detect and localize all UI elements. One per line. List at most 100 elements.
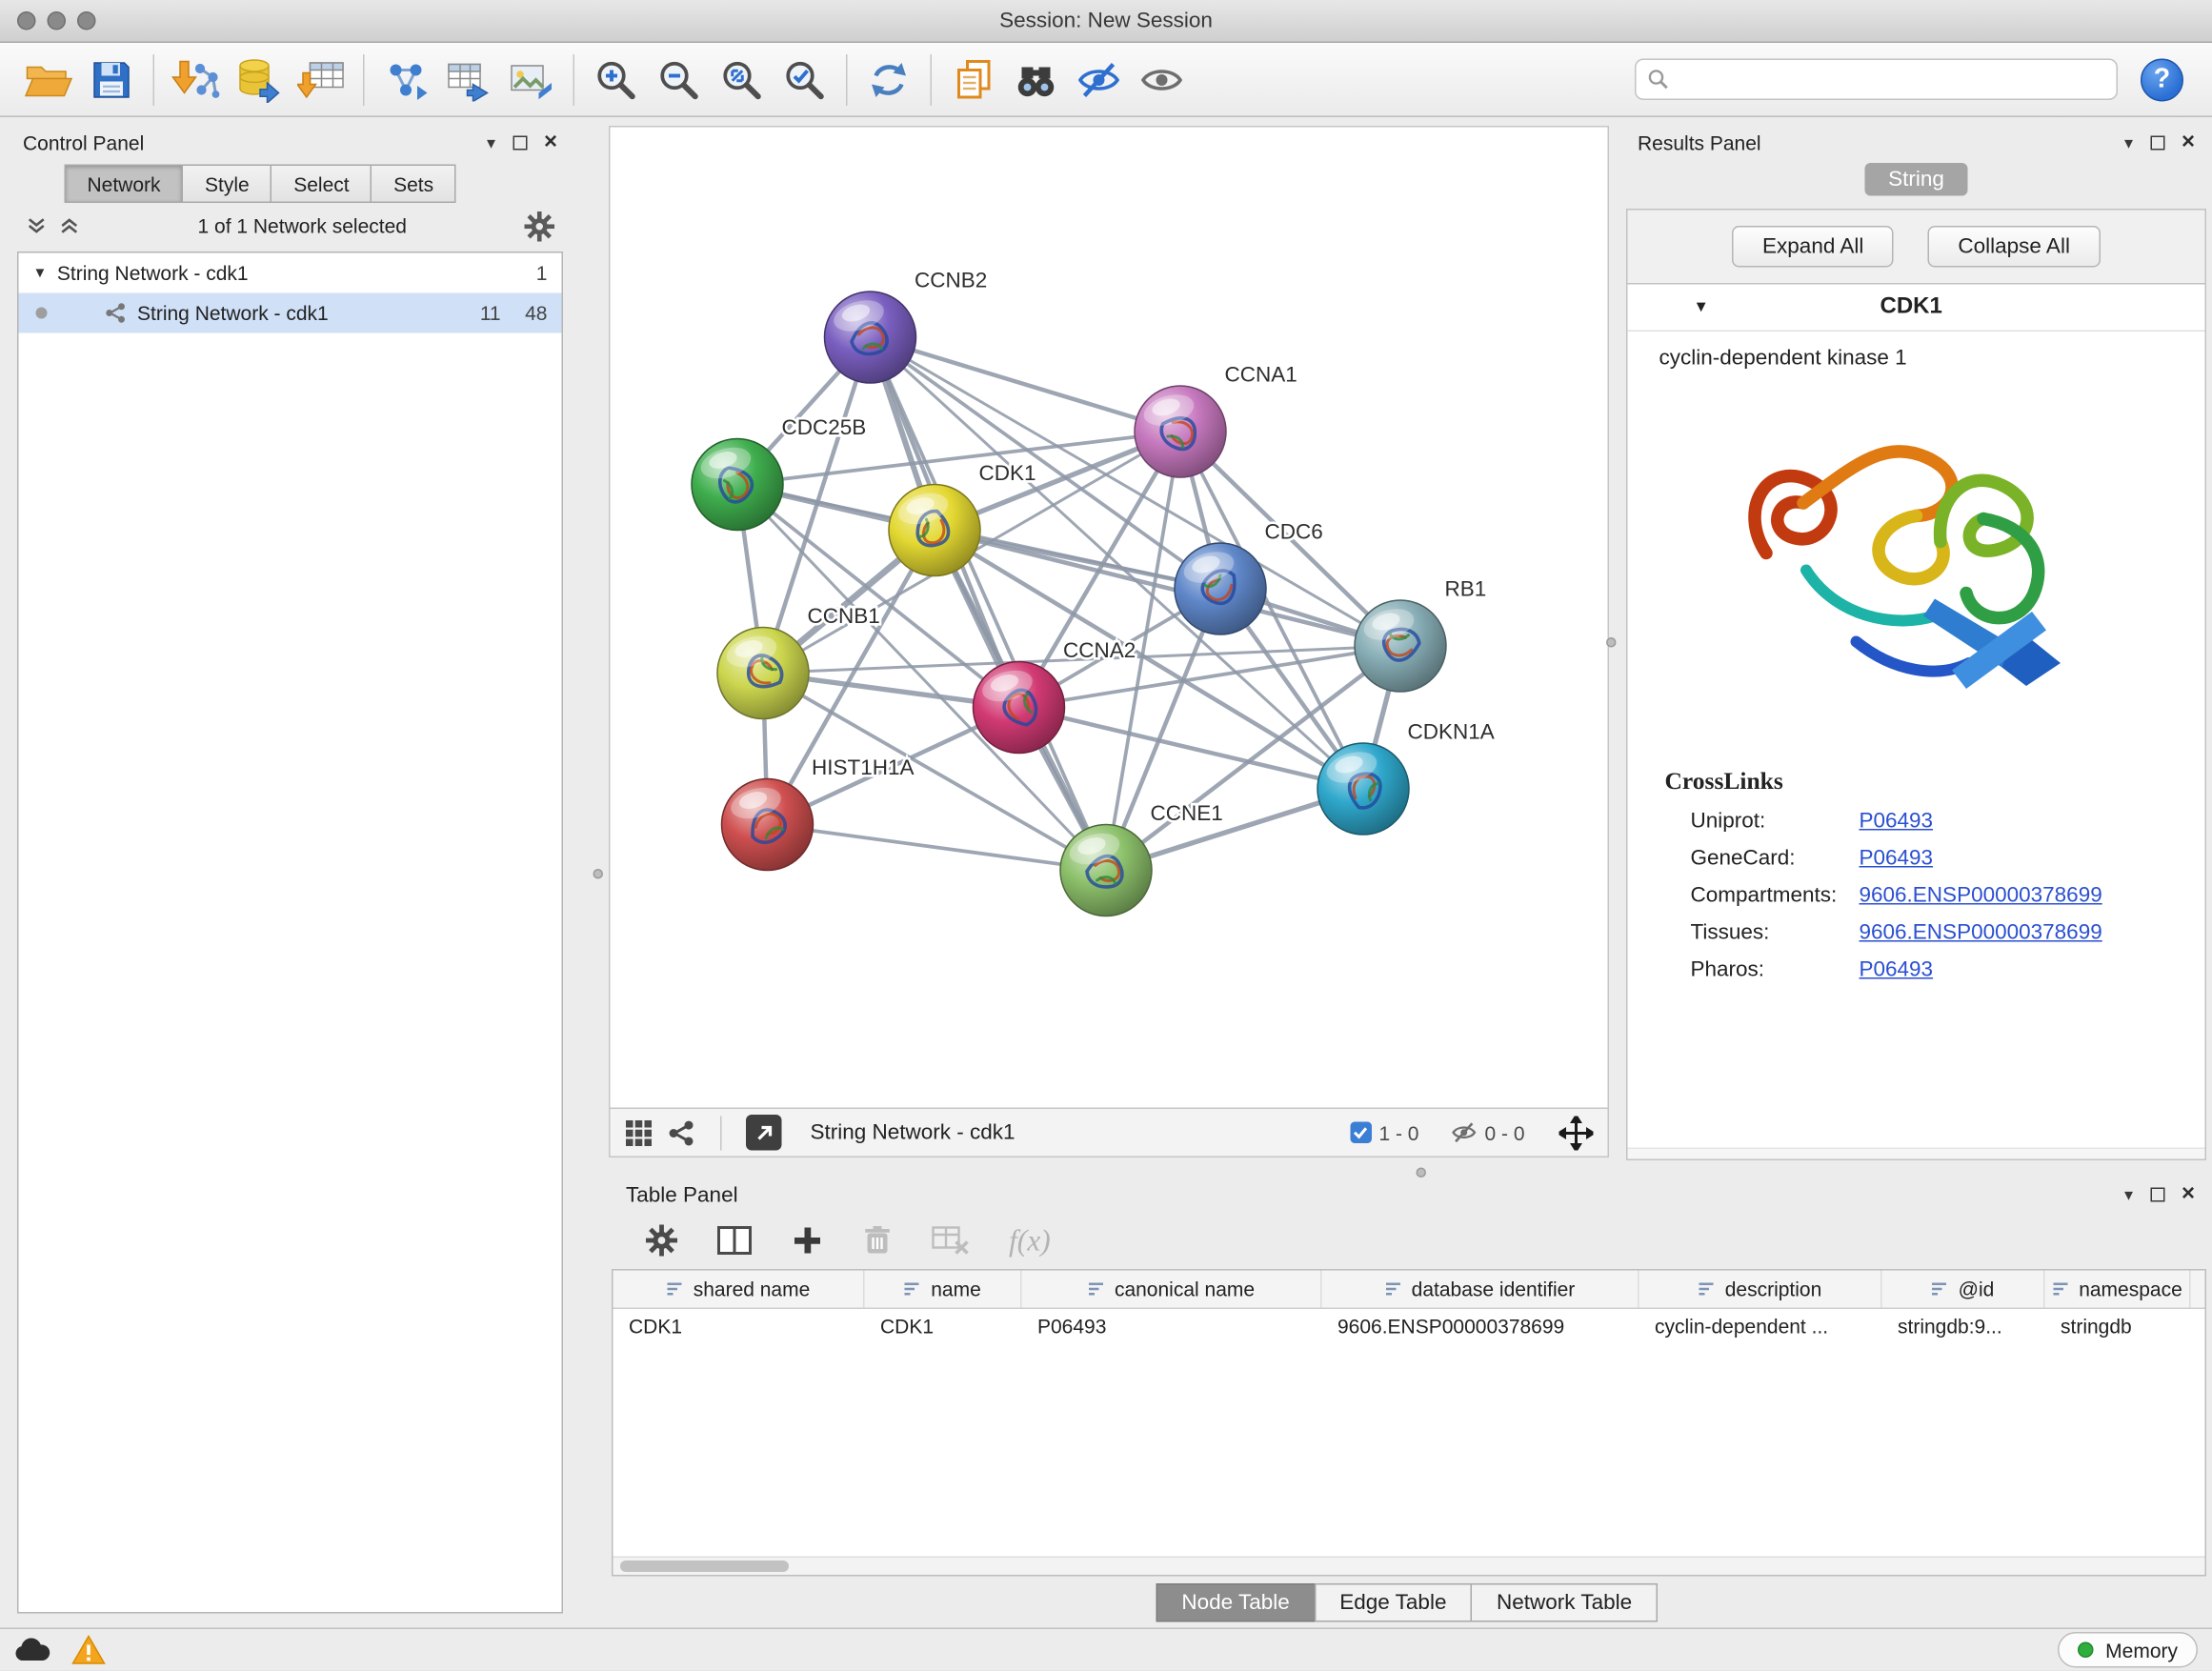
warning-icon[interactable]: [71, 1636, 106, 1666]
tab-style[interactable]: Style: [182, 165, 272, 204]
network-from-table-button[interactable]: [437, 48, 500, 111]
collapse-all-icon[interactable]: [26, 216, 48, 236]
import-table-icon: [297, 58, 346, 101]
zoom-fit-button[interactable]: [711, 48, 774, 111]
network-node-ccna2[interactable]: [974, 662, 1065, 754]
open-session-button[interactable]: [17, 48, 80, 111]
panel-menu-icon[interactable]: ▾: [487, 134, 495, 151]
tab-network[interactable]: Network: [65, 165, 184, 204]
delete-column-icon[interactable]: [863, 1225, 892, 1257]
close-panel-icon[interactable]: ×: [2182, 131, 2195, 154]
export-image-button[interactable]: [500, 48, 563, 111]
results-scrollbar[interactable]: [1628, 1148, 2205, 1159]
table-gear-icon[interactable]: [646, 1225, 677, 1257]
tab-network-table[interactable]: Network Table: [1471, 1583, 1658, 1622]
crosslink-value-link[interactable]: 9606.ENSP00000378699: [1860, 919, 2102, 944]
network-collection-row[interactable]: ▼ String Network - cdk1 1: [19, 253, 562, 293]
clone-network-button[interactable]: [374, 48, 437, 111]
maximize-window-icon[interactable]: [77, 11, 96, 30]
expand-all-button[interactable]: Expand All: [1733, 226, 1894, 268]
binoculars-button[interactable]: [1005, 48, 1068, 111]
crosslink-row: Pharos:P06493: [1628, 951, 2205, 988]
node-label-ccne1: CCNE1: [1151, 801, 1223, 825]
import-table-button[interactable]: [291, 48, 353, 111]
column-header[interactable]: name: [865, 1271, 1022, 1308]
minimize-window-icon[interactable]: [48, 11, 67, 30]
network-node-ccna1[interactable]: [1135, 386, 1226, 477]
close-window-icon[interactable]: [17, 11, 36, 30]
right-splitter-handle[interactable]: [1606, 637, 1617, 648]
memory-button[interactable]: Memory: [2059, 1633, 2198, 1669]
hidden-eye-icon[interactable]: [1450, 1122, 1478, 1144]
network-node-cdc6[interactable]: [1175, 543, 1266, 634]
close-panel-icon[interactable]: ×: [2182, 1183, 2195, 1206]
pan-crosshair-icon[interactable]: [1559, 1116, 1594, 1150]
show-columns-icon[interactable]: [717, 1226, 752, 1255]
network-canvas[interactable]: CCNB2CCNA1CDC25BCDK1CDC6RB1CCNB1CCNA2CDK…: [609, 126, 1609, 1109]
protein-section-header[interactable]: ▼ CDK1: [1628, 285, 2205, 332]
import-network-database-button[interactable]: [228, 48, 291, 111]
scrollbar-thumb[interactable]: [620, 1561, 789, 1573]
detach-view-button[interactable]: [746, 1115, 782, 1151]
crosslink-value-link[interactable]: 9606.ENSP00000378699: [1860, 882, 2102, 907]
left-splitter-handle[interactable]: [593, 869, 604, 879]
column-header[interactable]: @id: [1882, 1271, 2045, 1308]
grid-view-icon[interactable]: [625, 1118, 654, 1147]
network-row[interactable]: String Network - cdk1 11 48: [19, 293, 562, 333]
tree-caret-icon[interactable]: ▼: [33, 265, 48, 281]
network-node-ccnb2[interactable]: [825, 292, 916, 383]
tab-node-table[interactable]: Node Table: [1156, 1583, 1315, 1622]
table-row[interactable]: CDK1CDK1P064939606.ENSP00000378699cyclin…: [613, 1309, 2205, 1346]
zoom-selected-button[interactable]: [774, 48, 836, 111]
collapse-all-button[interactable]: Collapse All: [1928, 226, 2101, 268]
zoom-out-button[interactable]: [648, 48, 711, 111]
float-panel-icon[interactable]: [2150, 1188, 2164, 1202]
tab-sets[interactable]: Sets: [371, 165, 456, 204]
show-all-button[interactable]: [1131, 48, 1194, 111]
network-node-cdkn1a[interactable]: [1317, 743, 1409, 835]
cloud-icon[interactable]: [14, 1638, 51, 1663]
column-header[interactable]: namespace: [2045, 1271, 2191, 1308]
tab-edge-table[interactable]: Edge Table: [1314, 1583, 1472, 1622]
network-node-rb1[interactable]: [1355, 600, 1446, 692]
float-panel-icon[interactable]: [2150, 136, 2164, 151]
hide-selected-button[interactable]: [1068, 48, 1131, 111]
save-session-button[interactable]: [80, 48, 143, 111]
string-tab-badge[interactable]: String: [1865, 163, 1967, 196]
expand-all-icon[interactable]: [59, 216, 81, 236]
horizontal-splitter-handle[interactable]: [1417, 1168, 1427, 1178]
copy-document-button[interactable]: [942, 48, 1005, 111]
network-node-ccnb1[interactable]: [717, 628, 809, 719]
network-node-ccne1[interactable]: [1060, 825, 1152, 916]
network-graph[interactable]: CCNB2CCNA1CDC25BCDK1CDC6RB1CCNB1CCNA2CDK…: [611, 128, 1608, 1108]
crosslink-value-link[interactable]: P06493: [1860, 808, 1934, 833]
import-network-file-button[interactable]: [165, 48, 228, 111]
panel-menu-icon[interactable]: ▾: [2124, 1186, 2133, 1203]
network-node-cdc25b[interactable]: [692, 439, 783, 531]
network-node-cdk1[interactable]: [889, 485, 980, 576]
float-panel-icon[interactable]: [513, 136, 527, 151]
gear-icon[interactable]: [525, 211, 555, 241]
zoom-in-button[interactable]: [585, 48, 648, 111]
help-button[interactable]: ?: [2141, 58, 2183, 101]
function-builder-icon[interactable]: f(x): [1009, 1222, 1051, 1258]
panel-menu-icon[interactable]: ▾: [2124, 134, 2133, 151]
column-header[interactable]: description: [1639, 1271, 1882, 1308]
search-box[interactable]: [1635, 59, 2118, 101]
table-horizontal-scrollbar[interactable]: [613, 1557, 2205, 1576]
delete-table-icon[interactable]: [932, 1226, 969, 1255]
crosslink-value-link[interactable]: P06493: [1860, 845, 1934, 870]
search-input[interactable]: [1678, 68, 2105, 91]
network-node-hist1h1a[interactable]: [722, 779, 814, 871]
crosslink-value-link[interactable]: P06493: [1860, 956, 1934, 981]
tab-select[interactable]: Select: [271, 165, 372, 204]
add-column-icon[interactable]: [792, 1225, 823, 1257]
column-header[interactable]: database identifier: [1322, 1271, 1639, 1308]
column-header[interactable]: canonical name: [1022, 1271, 1322, 1308]
checkbox-icon[interactable]: [1350, 1122, 1372, 1144]
section-caret-icon[interactable]: ▼: [1694, 299, 1709, 316]
refresh-layout-button[interactable]: [857, 48, 920, 111]
column-header[interactable]: shared name: [613, 1271, 865, 1308]
close-panel-icon[interactable]: ×: [544, 131, 557, 154]
network-overview-icon[interactable]: [668, 1118, 696, 1147]
